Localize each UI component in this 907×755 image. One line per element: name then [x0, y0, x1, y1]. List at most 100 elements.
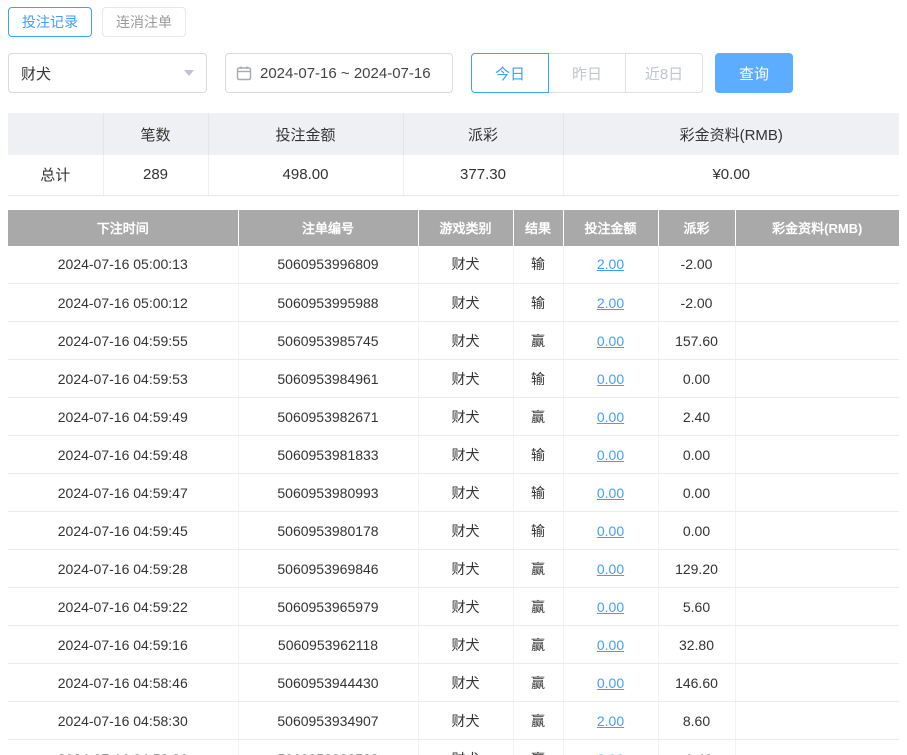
table-row: 2024-07-16 04:59:28 5060953969846 财犬 赢 0…: [8, 549, 899, 588]
bonus-cell: [735, 701, 899, 740]
bet-amount-link[interactable]: 0.00: [597, 447, 624, 463]
payout-cell: -1.40: [658, 739, 736, 755]
bet-time-cell: 2024-07-16 04:59:22: [8, 587, 239, 626]
game-type-cell: 财犬: [418, 435, 514, 474]
order-number-cell: 5060953962118: [238, 625, 419, 664]
bet-table: 下注时间 注单编号 游戏类别 结果 投注金额 派彩 彩金资料(RMB) 2024…: [8, 209, 899, 755]
result-cell: 输: [513, 435, 564, 474]
payout-cell: 157.60: [658, 321, 736, 360]
bet-amount-cell: 0.00: [563, 473, 659, 512]
bet-time-cell: 2024-07-16 04:59:55: [8, 321, 239, 360]
table-row: 2024-07-16 04:59:45 5060953980178 财犬 输 0…: [8, 511, 899, 550]
summary-total-row: 总计 289 498.00 377.30 ¥0.00: [8, 155, 899, 196]
bet-amount-cell: 0.00: [563, 435, 659, 474]
table-row: 2024-07-16 04:59:47 5060953980993 财犬 输 0…: [8, 473, 899, 512]
bet-time-cell: 2024-07-16 04:59:28: [8, 549, 239, 588]
query-button[interactable]: 查询: [715, 53, 793, 93]
bet-amount-link[interactable]: 2.00: [597, 256, 624, 272]
summary-header-row: 笔数 投注金额 派彩 彩金资料(RMB): [8, 113, 899, 155]
game-select[interactable]: 财犬: [8, 53, 207, 93]
table-row: 2024-07-16 04:59:55 5060953985745 财犬 赢 0…: [8, 321, 899, 360]
bet-amount-link[interactable]: 0.00: [597, 675, 624, 691]
order-number-cell: 5060953996809: [238, 245, 419, 284]
bonus-cell: [735, 283, 899, 322]
bet-amount-cell: 0.00: [563, 625, 659, 664]
page: 投注记录 连消注单 财犬 2024-07-16 ~ 2024-07-16 今日 …: [0, 0, 907, 755]
bet-amount-link[interactable]: 2.00: [597, 713, 624, 729]
bet-amount-link[interactable]: 0.00: [597, 561, 624, 577]
summary-header-count: 笔数: [103, 113, 209, 155]
bonus-cell: [735, 549, 899, 588]
bonus-cell: [735, 739, 899, 755]
calendar-icon: [236, 65, 252, 81]
game-type-cell: 财犬: [418, 701, 514, 740]
table-row: 2024-07-16 05:00:12 5060953995988 财犬 输 2…: [8, 283, 899, 322]
summary-header-blank: [8, 113, 104, 155]
bonus-cell: [735, 435, 899, 474]
result-cell: 赢: [513, 663, 564, 702]
result-cell: 输: [513, 245, 564, 284]
result-cell: 赢: [513, 587, 564, 626]
bonus-cell: [735, 625, 899, 664]
payout-cell: 129.20: [658, 549, 736, 588]
bet-time-cell: 2024-07-16 04:59:16: [8, 625, 239, 664]
bet-amount-link[interactable]: 0.00: [597, 371, 624, 387]
game-type-cell: 财犬: [418, 739, 514, 755]
result-cell: 输: [513, 511, 564, 550]
bet-amount-link[interactable]: 0.00: [597, 637, 624, 653]
bet-amount-link[interactable]: 0.00: [597, 409, 624, 425]
order-number-cell: 5060953944430: [238, 663, 419, 702]
game-type-cell: 财犬: [418, 511, 514, 550]
result-cell: 赢: [513, 397, 564, 436]
table-row: 2024-07-16 04:58:46 5060953944430 财犬 赢 0…: [8, 663, 899, 702]
result-cell: 输: [513, 359, 564, 398]
header-game-type: 游戏类别: [418, 209, 514, 246]
result-cell: 赢: [513, 321, 564, 360]
order-number-cell: 5060953984961: [238, 359, 419, 398]
table-row: 2024-07-16 04:58:26 5060953932522 财犬 赢 2…: [8, 739, 899, 755]
bet-amount-link[interactable]: 2.00: [597, 751, 624, 755]
payout-cell: 0.00: [658, 435, 736, 474]
game-type-cell: 财犬: [418, 663, 514, 702]
header-bet-amount: 投注金额: [563, 209, 659, 246]
bet-time-cell: 2024-07-16 04:59:53: [8, 359, 239, 398]
bet-time-cell: 2024-07-16 04:58:26: [8, 739, 239, 755]
bet-amount-link[interactable]: 0.00: [597, 333, 624, 349]
bet-amount-link[interactable]: 0.00: [597, 599, 624, 615]
game-type-cell: 财犬: [418, 359, 514, 398]
bet-amount-cell: 2.00: [563, 701, 659, 740]
payout-cell: 146.60: [658, 663, 736, 702]
quick-range-group: 今日 昨日 近8日: [471, 53, 703, 93]
bet-amount-link[interactable]: 0.00: [597, 523, 624, 539]
payout-cell: 0.00: [658, 473, 736, 512]
summary-header-bonus: 彩金资料(RMB): [563, 113, 899, 155]
game-select-value: 财犬: [21, 65, 52, 83]
tab-bet-records[interactable]: 投注记录: [8, 7, 92, 37]
date-range-input[interactable]: 2024-07-16 ~ 2024-07-16: [225, 53, 453, 93]
tab-chained-bets[interactable]: 连消注单: [102, 7, 186, 37]
result-cell: 赢: [513, 549, 564, 588]
bet-table-body: 2024-07-16 05:00:13 5060953996809 财犬 输 2…: [8, 245, 899, 755]
summary-count-value: 289: [103, 155, 209, 196]
bet-amount-cell: 2.00: [563, 245, 659, 284]
summary-payout-value: 377.30: [403, 155, 564, 196]
last-8-days-button[interactable]: 近8日: [625, 53, 703, 93]
payout-cell: 8.60: [658, 701, 736, 740]
bet-amount-link[interactable]: 0.00: [597, 485, 624, 501]
yesterday-button[interactable]: 昨日: [548, 53, 626, 93]
game-type-cell: 财犬: [418, 549, 514, 588]
bet-amount-link[interactable]: 2.00: [597, 295, 624, 311]
tab-bar: 投注记录 连消注单: [8, 5, 899, 43]
payout-cell: 0.00: [658, 359, 736, 398]
result-cell: 赢: [513, 701, 564, 740]
payout-cell: 32.80: [658, 625, 736, 664]
summary-bonus-value: ¥0.00: [563, 155, 899, 196]
payout-cell: -2.00: [658, 283, 736, 322]
order-number-cell: 5060953985745: [238, 321, 419, 360]
today-button[interactable]: 今日: [471, 53, 549, 93]
order-number-cell: 5060953982671: [238, 397, 419, 436]
result-cell: 输: [513, 283, 564, 322]
bet-time-cell: 2024-07-16 04:59:48: [8, 435, 239, 474]
bet-time-cell: 2024-07-16 05:00:13: [8, 245, 239, 284]
bet-time-cell: 2024-07-16 04:58:46: [8, 663, 239, 702]
